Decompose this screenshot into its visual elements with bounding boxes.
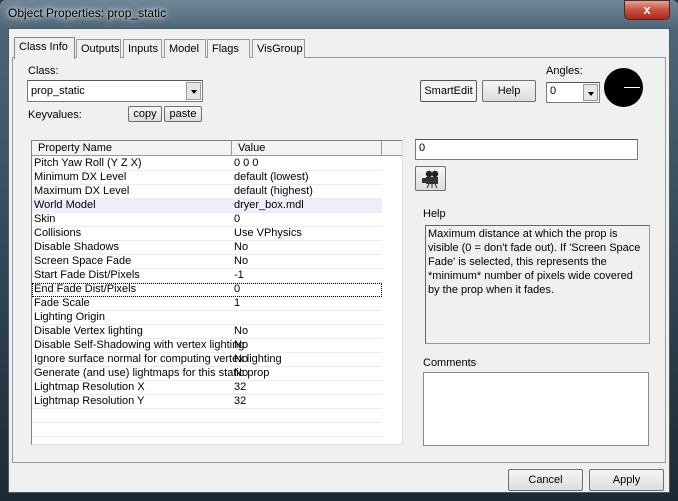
property-value: 0 bbox=[234, 283, 241, 295]
angles-label: Angles: bbox=[546, 65, 583, 77]
help-text: Maximum distance at which the prop is vi… bbox=[425, 225, 650, 344]
keyvalues-table[interactable]: Property Name Value Pitch Yaw Roll (Y Z … bbox=[31, 140, 403, 445]
comments-textarea[interactable] bbox=[423, 372, 649, 446]
column-header-blank bbox=[382, 141, 402, 156]
close-button[interactable]: x bbox=[624, 0, 670, 20]
table-row[interactable]: Disable Vertex lighting No bbox=[32, 325, 382, 339]
table-row[interactable]: Screen Space Fade No bbox=[32, 255, 382, 269]
property-value: 32 bbox=[234, 381, 247, 393]
table-row[interactable]: Disable Shadows No bbox=[32, 241, 382, 255]
property-name: Collisions bbox=[34, 227, 82, 239]
paste-button[interactable]: paste bbox=[164, 106, 202, 122]
empty-row bbox=[32, 423, 382, 437]
tab-class-info[interactable]: Class Info bbox=[14, 37, 75, 59]
property-value: No bbox=[234, 255, 249, 267]
table-row[interactable]: End Fade Dist/Pixels 0 bbox=[32, 283, 382, 297]
table-row[interactable]: Generate (and use) lightmaps for this st… bbox=[32, 367, 382, 381]
table-row[interactable]: Pitch Yaw Roll (Y Z X) 0 0 0 bbox=[32, 157, 382, 171]
angles-value: 0 bbox=[550, 85, 557, 97]
property-name: Lightmap Resolution X bbox=[34, 381, 145, 393]
property-value: default (highest) bbox=[234, 185, 313, 197]
empty-row bbox=[32, 437, 382, 444]
class-label: Class: bbox=[28, 65, 59, 77]
property-value: 32 bbox=[234, 395, 247, 407]
chevron-down-icon[interactable] bbox=[186, 82, 201, 100]
property-value: 1 bbox=[234, 297, 241, 309]
table-row[interactable]: Skin 0 bbox=[32, 213, 382, 227]
table-row[interactable]: Fade Scale 1 bbox=[32, 297, 382, 311]
value-input[interactable]: 0 bbox=[415, 139, 638, 160]
table-row[interactable]: Start Fade Dist/Pixels -1 bbox=[32, 269, 382, 283]
chevron-down-icon[interactable] bbox=[583, 84, 598, 101]
column-header-value[interactable]: Value bbox=[232, 141, 382, 156]
property-name: World Model bbox=[34, 199, 96, 211]
camera-button[interactable] bbox=[415, 166, 446, 191]
table-row[interactable]: Minimum DX Level default (lowest) bbox=[32, 171, 382, 185]
property-value: 0 0 0 bbox=[234, 157, 259, 169]
property-name: Start Fade Dist/Pixels bbox=[34, 269, 140, 281]
angle-dial-needle bbox=[624, 87, 640, 88]
table-row[interactable]: World Model dryer_box.mdl bbox=[32, 199, 382, 213]
property-value: Use VPhysics bbox=[234, 227, 302, 239]
class-value: prop_static bbox=[31, 85, 85, 97]
help-heading: Help bbox=[423, 208, 446, 220]
property-value: dryer_box.mdl bbox=[234, 199, 304, 211]
class-combobox[interactable]: prop_static bbox=[27, 80, 203, 102]
tab-inputs[interactable]: Inputs bbox=[123, 39, 162, 58]
property-value: No bbox=[234, 241, 249, 253]
property-value: No bbox=[234, 325, 249, 337]
tab-outputs[interactable]: Outputs bbox=[76, 39, 121, 58]
property-value: -1 bbox=[234, 269, 244, 281]
table-row[interactable]: Lighting Origin bbox=[32, 311, 382, 325]
table-row[interactable]: Maximum DX Level default (highest) bbox=[32, 185, 382, 199]
property-name: Screen Space Fade bbox=[34, 255, 132, 267]
tab-visgroup[interactable]: VisGroup bbox=[252, 39, 305, 58]
property-name: Ignore surface normal for computing vert… bbox=[34, 353, 282, 365]
movie-camera-icon bbox=[421, 170, 438, 189]
property-name: Disable Shadows bbox=[34, 241, 119, 253]
tab-model[interactable]: Model bbox=[164, 39, 206, 58]
comments-label: Comments bbox=[423, 357, 477, 369]
cancel-button[interactable]: Cancel bbox=[508, 469, 583, 491]
empty-row bbox=[32, 409, 382, 423]
angles-combobox[interactable]: 0 bbox=[546, 82, 600, 103]
property-value: 0 bbox=[234, 213, 241, 225]
property-name: Pitch Yaw Roll (Y Z X) bbox=[34, 157, 142, 169]
table-row[interactable]: Lightmap Resolution Y 32 bbox=[32, 395, 382, 409]
property-name: Disable Self-Shadowing with vertex light… bbox=[34, 339, 245, 351]
table-row[interactable]: Collisions Use VPhysics bbox=[32, 227, 382, 241]
keyvalues-label: Keyvalues: bbox=[28, 109, 82, 121]
copy-button[interactable]: copy bbox=[128, 106, 162, 122]
property-name: Generate (and use) lightmaps for this st… bbox=[34, 367, 270, 379]
window-title: Object Properties: prop_static bbox=[8, 6, 167, 20]
property-name: Lighting Origin bbox=[34, 311, 105, 323]
angle-dial[interactable] bbox=[604, 68, 643, 107]
property-name: Maximum DX Level bbox=[34, 185, 130, 197]
apply-button[interactable]: Apply bbox=[589, 469, 664, 491]
property-value: No bbox=[234, 367, 249, 379]
table-row[interactable]: Lightmap Resolution X 32 bbox=[32, 381, 382, 395]
help-button[interactable]: Help bbox=[482, 80, 536, 102]
table-row[interactable]: Ignore surface normal for computing vert… bbox=[32, 353, 382, 367]
property-value: No bbox=[234, 353, 249, 365]
property-name: Skin bbox=[34, 213, 56, 225]
property-name: End Fade Dist/Pixels bbox=[34, 283, 137, 295]
property-name: Minimum DX Level bbox=[34, 171, 127, 183]
smartedit-toggle[interactable]: SmartEdit bbox=[420, 80, 477, 102]
property-name: Disable Vertex lighting bbox=[34, 325, 143, 337]
property-name: Fade Scale bbox=[34, 297, 90, 309]
property-value: default (lowest) bbox=[234, 171, 309, 183]
property-value: No bbox=[234, 339, 249, 351]
tab-flags[interactable]: Flags bbox=[207, 39, 250, 58]
table-row[interactable]: Disable Self-Shadowing with vertex light… bbox=[32, 339, 382, 353]
column-header-property-name[interactable]: Property Name bbox=[32, 141, 232, 156]
property-name: Lightmap Resolution Y bbox=[34, 395, 145, 407]
